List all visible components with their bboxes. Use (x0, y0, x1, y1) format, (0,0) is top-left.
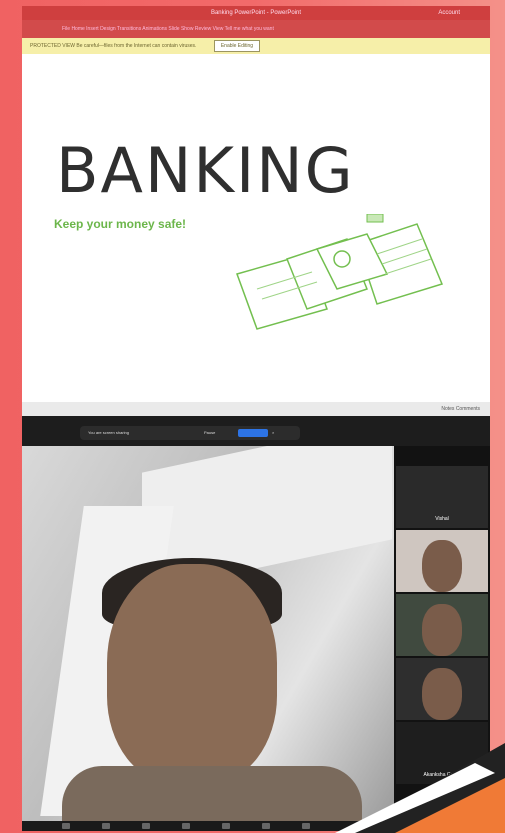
protected-view-message: PROTECTED VIEW Be careful—files from the… (30, 43, 197, 49)
participant-tile[interactable] (396, 530, 488, 592)
statusbar-text[interactable]: Notes Comments (441, 406, 480, 412)
ribbon-menu-items[interactable]: File Home Insert Design Transitions Anim… (62, 26, 274, 32)
money-illustration (236, 214, 444, 330)
status-bar: Notes Comments (22, 402, 490, 416)
participant-tile[interactable] (396, 594, 488, 656)
share-screen-icon[interactable] (262, 823, 270, 829)
user-name[interactable]: Account (438, 6, 460, 20)
protected-view-bar: PROTECTED VIEW Be careful—files from the… (22, 38, 490, 54)
enable-editing-button[interactable]: Enable Editing (213, 40, 261, 52)
participant-face (422, 540, 462, 592)
speaker-face (107, 564, 277, 784)
stop-share-button[interactable] (238, 429, 268, 437)
close-icon[interactable]: × (272, 426, 274, 440)
pause-share-button[interactable]: Pause (204, 426, 215, 440)
screen-share-pill: You are screen sharing Pause × (80, 426, 300, 440)
record-icon[interactable] (302, 823, 310, 829)
screen-area: Banking PowerPoint - PowerPoint Account … (22, 6, 490, 831)
participant-tile[interactable]: Vishal (396, 466, 488, 528)
chat-icon[interactable] (222, 823, 230, 829)
decorative-brush-stroke (335, 743, 505, 833)
window-titlebar: Banking PowerPoint - PowerPoint Account (22, 6, 490, 20)
security-icon[interactable] (142, 823, 150, 829)
participant-face (422, 668, 462, 720)
video-icon[interactable] (102, 823, 110, 829)
participant-face (422, 604, 462, 656)
participant-tile[interactable] (396, 658, 488, 720)
participants-icon[interactable] (182, 823, 190, 829)
slide-canvas: BANKING Keep your money safe! (22, 54, 490, 402)
participant-name: Vishal (435, 516, 449, 522)
window-title: Banking PowerPoint - PowerPoint (210, 10, 302, 16)
slide-title: BANKING (56, 134, 355, 207)
speaker-shirt (62, 766, 362, 821)
ribbon-menu: File Home Insert Design Transitions Anim… (22, 20, 490, 38)
slide-subtitle: Keep your money safe! (54, 217, 187, 231)
mute-icon[interactable] (62, 823, 70, 829)
share-message: You are screen sharing (88, 430, 129, 435)
